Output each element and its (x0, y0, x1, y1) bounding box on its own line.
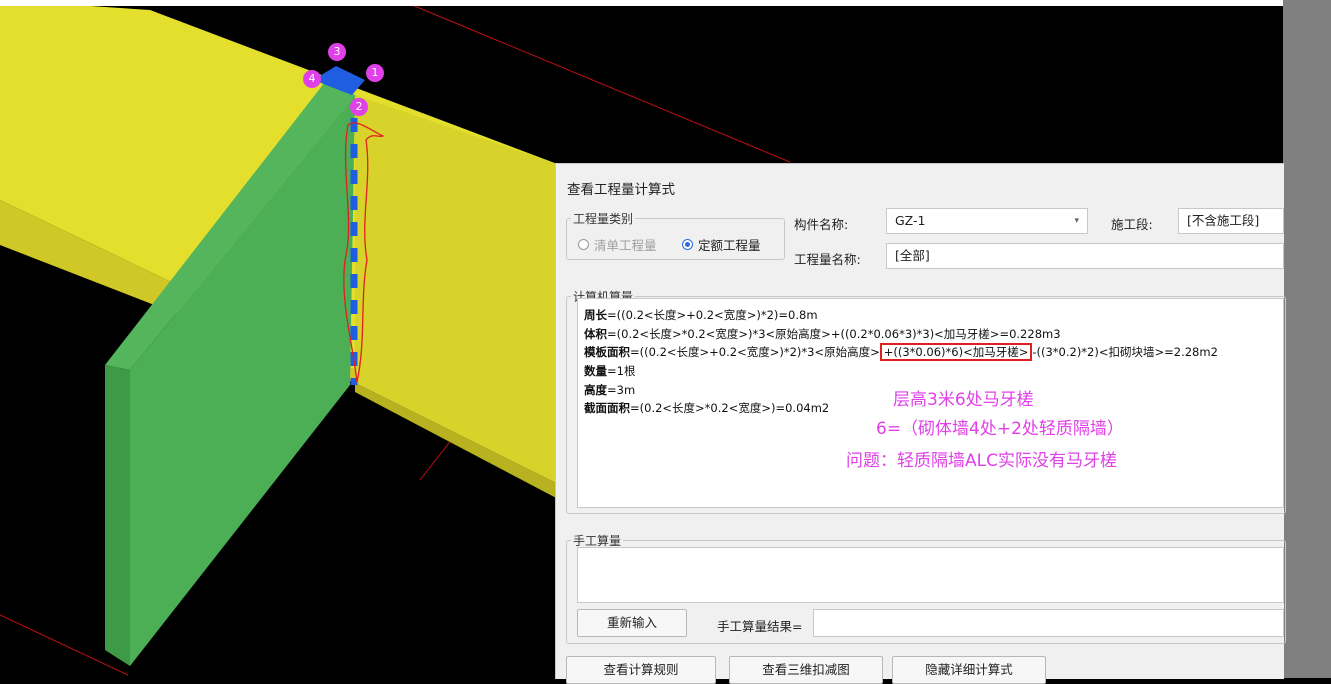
qty-name-select[interactable]: [全部] (886, 243, 1284, 269)
toolbar-edge (0, 0, 1283, 6)
reenter-button[interactable]: 重新输入 (577, 609, 687, 637)
component-name-value: GZ-1 (895, 213, 926, 228)
radio-label: 清单工程量 (594, 238, 657, 253)
radio-label: 定额工程量 (698, 238, 761, 253)
chevron-down-icon: ▾ (1074, 216, 1079, 226)
annotation-line-1: 层高3米6处马牙槎 (893, 390, 1034, 410)
formula-line-section-area: 截面面积=(0.2<长度>*0.2<宽度>)=0.04m2 (584, 401, 830, 415)
formula-line-perimeter: 周长=((0.2<长度>+0.2<宽度>)*2)=0.8m (584, 308, 818, 322)
radio-checked-icon (682, 239, 693, 250)
view-3d-deduction-button[interactable]: 查看三维扣减图 (729, 656, 883, 684)
manual-result-field[interactable] (813, 609, 1284, 637)
stage-value: [不含施工段] (1187, 213, 1260, 228)
formula-line-volume: 体积=(0.2<长度>*0.2<宽度>)*3<原始高度>+((0.2*0.06*… (584, 327, 1061, 341)
side-scroll-panel (1283, 0, 1331, 678)
qty-type-legend: 工程量类别 (573, 212, 634, 226)
stage-select[interactable]: [不含施工段] (1178, 208, 1284, 234)
point-label-icon[interactable]: 3 (328, 43, 346, 61)
annotation-line-3: 问题：轻质隔墙ALC实际没有马牙槎 (846, 451, 1117, 471)
annotation-line-2: 6=（砌体墙4处+2处轻质隔墙） (876, 419, 1124, 439)
radio-bill-quantity[interactable]: 清单工程量 (578, 235, 657, 254)
formula-line-height: 高度=3m (584, 383, 636, 397)
manual-calc-input[interactable] (577, 547, 1284, 603)
point-label-icon[interactable]: 2 (350, 98, 368, 116)
qty-name-label: 工程量名称: (794, 252, 861, 267)
radio-quota-quantity[interactable]: 定额工程量 (682, 235, 761, 254)
point-label-icon[interactable]: 4 (303, 70, 321, 88)
calc-formula-dialog: 查看工程量计算式 工程量类别 清单工程量 定额工程量 构件名称: GZ-1 ▾ … (555, 163, 1286, 684)
hide-detail-formula-button[interactable]: 隐藏详细计算式 (892, 656, 1046, 684)
dialog-title: 查看工程量计算式 (567, 182, 675, 198)
qty-name-value: [全部] (895, 248, 930, 263)
formula-line-count: 数量=1根 (584, 364, 636, 378)
wall-edge-face (105, 365, 130, 666)
radio-icon (578, 239, 589, 250)
point-label-icon[interactable]: 1 (366, 64, 384, 82)
stage-label: 施工段: (1111, 217, 1153, 232)
view-calc-rules-button[interactable]: 查看计算规则 (566, 656, 716, 684)
component-name-label: 构件名称: (794, 217, 849, 232)
manual-result-label: 手工算量结果= (717, 619, 803, 634)
formula-line-formwork: 模板面积=((0.2<长度>+0.2<宽度>)*2)*3<原始高度> +((3*0… (584, 343, 1218, 361)
highlighted-term: +((3*0.06)*6)<加马牙槎> (879, 343, 1033, 361)
component-name-select[interactable]: GZ-1 ▾ (886, 208, 1088, 234)
